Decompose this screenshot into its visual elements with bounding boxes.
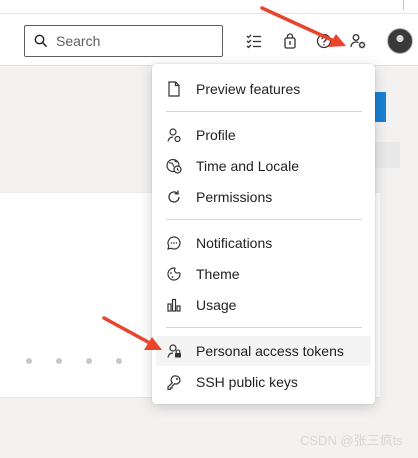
menu-item-label: Theme — [196, 266, 240, 282]
menu-separator — [166, 111, 362, 112]
pager-dot[interactable] — [26, 358, 32, 364]
bar-chart-icon — [166, 297, 182, 313]
menu-item-preview-features[interactable]: Preview features — [156, 74, 371, 104]
document-icon — [166, 81, 182, 97]
annotation-arrow-tokens — [102, 316, 162, 350]
carousel-pager — [26, 358, 122, 364]
menu-item-theme[interactable]: Theme — [156, 259, 371, 289]
menu-item-personal-access-tokens[interactable]: Personal access tokens — [156, 336, 371, 366]
token-icon — [166, 343, 182, 359]
menu-separator — [166, 219, 362, 220]
menu-item-label: Usage — [196, 297, 237, 313]
pager-dot[interactable] — [56, 358, 62, 364]
key-icon — [166, 374, 182, 390]
menu-item-label: Notifications — [196, 235, 273, 251]
menu-item-ssh-public-keys[interactable]: SSH public keys — [156, 367, 371, 397]
top-strip — [0, 0, 418, 14]
menu-item-usage[interactable]: Usage — [156, 290, 371, 320]
primary-action-button-edge[interactable] — [374, 92, 386, 122]
pager-dot[interactable] — [86, 358, 92, 364]
theme-icon — [166, 266, 182, 282]
profile-icon — [166, 127, 182, 143]
menu-item-label: Preview features — [196, 81, 301, 97]
menu-item-profile[interactable]: Profile — [156, 120, 371, 150]
menu-item-time-and-locale[interactable]: Time and Locale — [156, 151, 371, 181]
annotation-arrow-settings — [260, 6, 346, 47]
user-settings-icon[interactable] — [348, 31, 368, 51]
globe-clock-icon — [166, 158, 182, 174]
search-icon — [34, 34, 48, 48]
menu-item-permissions[interactable]: Permissions — [156, 182, 371, 212]
pager-dot[interactable] — [116, 358, 122, 364]
strip-divider — [403, 0, 404, 10]
menu-item-notifications[interactable]: Notifications — [156, 228, 371, 258]
secondary-control-edge — [372, 142, 400, 168]
avatar[interactable] — [387, 28, 413, 54]
menu-item-label: Time and Locale — [196, 158, 299, 174]
menu-item-label: Permissions — [196, 189, 273, 205]
menu-separator — [166, 327, 362, 328]
top-header — [0, 14, 418, 66]
menu-item-label: SSH public keys — [196, 374, 298, 390]
user-settings-menu: Preview features Profile Time and Locale… — [152, 64, 375, 404]
menu-item-label: Personal access tokens — [196, 343, 344, 359]
menu-item-label: Profile — [196, 127, 236, 143]
search-input[interactable] — [56, 33, 216, 49]
watermark-text: CSDN @张三疯ts — [300, 433, 403, 448]
chat-bubble-icon — [166, 235, 182, 251]
search-box[interactable] — [24, 25, 223, 57]
refresh-icon — [166, 189, 182, 205]
